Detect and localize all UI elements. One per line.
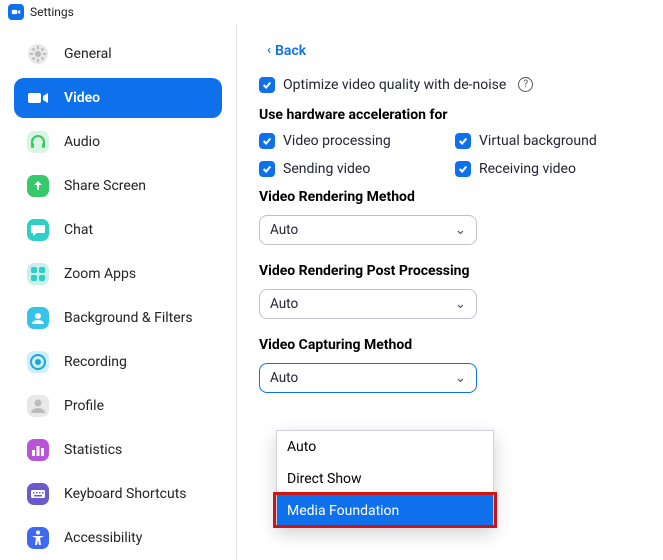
sidebar-item-label: Chat [64,222,93,238]
rendering-method-select[interactable]: Auto ⌄ [259,215,477,245]
settings-sidebar: General Video Audio Share Screen Chat [0,24,237,560]
window-title: Settings [30,5,74,19]
video-icon [26,86,50,110]
sidebar-item-zoom-apps[interactable]: Zoom Apps [14,254,222,294]
post-processing-heading: Video Rendering Post Processing [259,263,641,279]
statistics-icon [26,438,50,462]
share-screen-icon [26,174,50,198]
sidebar-item-audio[interactable]: Audio [14,122,222,162]
sidebar-item-label: Audio [64,134,100,150]
hw-virtual-background-checkbox[interactable] [455,133,471,149]
chat-icon [26,218,50,242]
sidebar-item-label: Keyboard Shortcuts [64,486,187,502]
back-button[interactable]: ‹ Back [267,43,306,59]
optimize-denoise-label: Optimize video quality with de-noise [283,77,506,93]
capturing-method-value: Auto [270,370,298,386]
apps-icon [26,262,50,286]
background-icon [26,306,50,330]
sidebar-item-label: Profile [64,398,104,414]
sidebar-item-profile[interactable]: Profile [14,386,222,426]
hw-sending-video-checkbox[interactable] [259,161,275,177]
capturing-method-option-direct-show[interactable]: Direct Show [277,463,493,495]
capturing-method-heading: Video Capturing Method [259,337,641,353]
hw-video-processing-label: Video processing [283,133,391,149]
post-processing-value: Auto [270,296,298,312]
accessibility-icon [26,526,50,550]
titlebar: Settings [0,0,663,24]
sidebar-item-label: Statistics [64,442,122,458]
keyboard-icon [26,482,50,506]
rendering-method-value: Auto [270,222,298,238]
sidebar-item-statistics[interactable]: Statistics [14,430,222,470]
zoom-app-icon [8,4,24,20]
headphones-icon [26,130,50,154]
recording-icon [26,350,50,374]
sidebar-item-label: Background & Filters [64,310,193,326]
help-icon[interactable]: ? [518,77,533,92]
hw-accel-heading: Use hardware acceleration for [259,107,641,123]
sidebar-item-label: Recording [64,354,127,370]
back-label: Back [275,43,306,59]
capturing-method-dropdown: Auto Direct Show Media Foundation [276,430,494,528]
rendering-method-heading: Video Rendering Method [259,189,641,205]
sidebar-item-chat[interactable]: Chat [14,210,222,250]
chevron-down-icon: ⌄ [455,296,466,312]
sidebar-item-video[interactable]: Video [14,78,222,118]
hw-receiving-video-checkbox[interactable] [455,161,471,177]
capturing-method-option-auto[interactable]: Auto [277,431,493,463]
hw-sending-video-label: Sending video [283,161,370,177]
sidebar-item-background-filters[interactable]: Background & Filters [14,298,222,338]
sidebar-item-general[interactable]: General [14,34,222,74]
chevron-down-icon: ⌄ [455,222,466,238]
optimize-denoise-checkbox[interactable] [259,77,275,93]
gear-icon [26,42,50,66]
post-processing-select[interactable]: Auto ⌄ [259,289,477,319]
sidebar-item-label: Zoom Apps [64,266,136,282]
sidebar-item-share-screen[interactable]: Share Screen [14,166,222,206]
sidebar-item-keyboard-shortcuts[interactable]: Keyboard Shortcuts [14,474,222,514]
sidebar-item-label: General [64,46,112,62]
sidebar-item-label: Share Screen [64,178,146,194]
chevron-left-icon: ‹ [267,43,271,58]
hw-receiving-video-label: Receiving video [479,161,576,177]
sidebar-item-accessibility[interactable]: Accessibility [14,518,222,558]
chevron-down-icon: ⌄ [455,370,466,386]
sidebar-item-recording[interactable]: Recording [14,342,222,382]
sidebar-item-label: Video [64,90,100,106]
sidebar-item-label: Accessibility [64,530,142,546]
hw-video-processing-checkbox[interactable] [259,133,275,149]
hw-virtual-background-label: Virtual background [479,133,597,149]
capturing-method-option-media-foundation[interactable]: Media Foundation [277,495,493,527]
profile-icon [26,394,50,418]
capturing-method-select[interactable]: Auto ⌄ [259,363,477,393]
